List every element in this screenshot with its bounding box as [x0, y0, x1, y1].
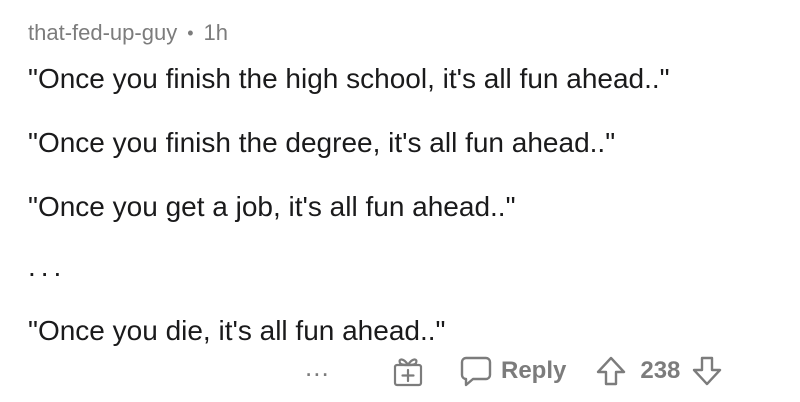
reply-label: Reply [501, 357, 567, 384]
author-username[interactable]: that-fed-up-guy [28, 20, 177, 46]
arrow-up-icon [596, 355, 626, 387]
comment-line: "Once you finish the high school, it's a… [28, 63, 670, 94]
vote-score: 238 [640, 357, 681, 384]
speech-bubble-icon [459, 354, 493, 388]
downvote-button[interactable] [692, 355, 722, 387]
upvote-button[interactable] [596, 355, 626, 387]
arrow-down-icon [692, 355, 722, 387]
comment-meta: that-fed-up-guy • 1h [28, 18, 228, 48]
more-options-button[interactable]: ... [305, 354, 345, 385]
comment: that-fed-up-guy • 1h "Once you finish th… [28, 0, 800, 402]
comment-age[interactable]: 1h [204, 20, 228, 46]
meta-separator: • [187, 22, 194, 43]
reply-button[interactable]: Reply [459, 354, 566, 388]
comment-actions: ... Reply 238 [305, 348, 722, 394]
comment-line: "Once you die, it's all fun ahead.." [28, 315, 446, 346]
gift-icon [391, 354, 425, 388]
award-button[interactable] [391, 354, 425, 388]
comment-line: "Once you get a job, it's all fun ahead.… [28, 191, 516, 222]
comment-line: "Once you finish the degree, it's all fu… [28, 127, 616, 158]
comment-line: ... [28, 251, 67, 282]
